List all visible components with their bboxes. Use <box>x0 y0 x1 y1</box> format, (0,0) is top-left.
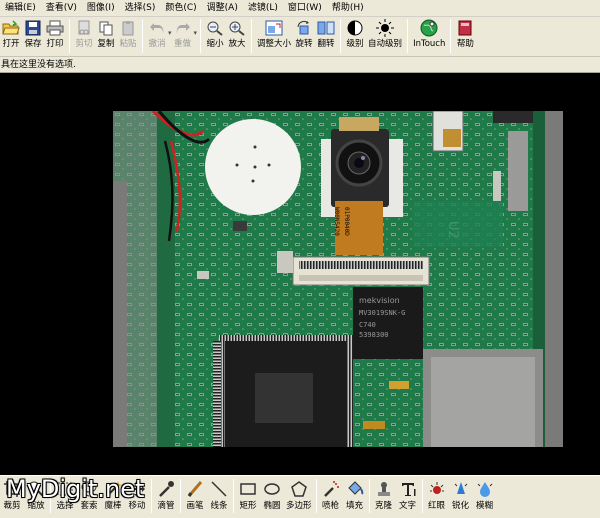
undo-arrow-icon <box>148 19 166 37</box>
help-button[interactable]: 帮助 <box>454 19 476 55</box>
pcb-photo: 01P0040D W00N5420 U2 mekvision MV3019SNK… <box>113 111 563 447</box>
flex-label-text: 01P0040D <box>343 207 350 236</box>
text-t-icon <box>398 479 418 499</box>
tool-options-bar: 具在这里没有选项. <box>0 57 600 73</box>
toolbar-separator <box>368 479 370 513</box>
watermark-text: MyDigit.net <box>6 475 145 503</box>
flex-label-text-2: W00N5420 <box>333 207 340 236</box>
resize-button[interactable]: 调整大小 <box>255 19 293 55</box>
toolbar-separator <box>407 19 409 53</box>
help-book-icon <box>456 19 474 37</box>
menu-image[interactable]: 图像(I) <box>82 0 120 17</box>
chip-model-text: MV3019SNK-G <box>359 309 405 317</box>
toolbar-separator <box>180 479 181 513</box>
toolbar-separator <box>233 479 234 513</box>
half-circle-levels-icon <box>346 19 364 37</box>
print-button[interactable]: 打印 <box>44 19 66 55</box>
toolbar-separator <box>151 479 152 513</box>
zoom-in-button[interactable]: 放大 <box>226 19 248 55</box>
menu-help[interactable]: 帮助(H) <box>327 0 369 17</box>
paint-bucket-icon <box>345 479 365 499</box>
globe-intouch-icon <box>420 19 438 37</box>
folder-open-icon <box>2 19 20 37</box>
resize-icon <box>265 19 283 37</box>
redo-arrow-icon <box>174 19 192 37</box>
line-icon <box>209 479 229 499</box>
sharpen-tool-button[interactable]: 锐化 <box>449 479 473 517</box>
pencil-icon <box>185 479 205 499</box>
menu-edit[interactable]: 编辑(E) <box>0 0 41 17</box>
toolbar-separator <box>315 479 317 513</box>
magnifier-plus-icon <box>228 19 246 37</box>
printer-icon <box>46 19 64 37</box>
floppy-save-icon <box>24 19 42 37</box>
undo-button[interactable]: 撤消 <box>146 19 168 55</box>
auto-levels-button[interactable]: 自动级别 <box>366 19 404 55</box>
toolbar-separator <box>340 19 342 53</box>
toolbar-separator <box>450 19 452 53</box>
eyedropper-icon <box>156 479 176 499</box>
blur-drop-icon <box>475 479 495 499</box>
airbrush-icon <box>321 479 341 499</box>
save-button[interactable]: 保存 <box>22 19 44 55</box>
sharpen-icon <box>451 479 471 499</box>
menu-view[interactable]: 查看(V) <box>41 0 82 17</box>
flip-button[interactable]: 翻转 <box>315 19 337 55</box>
toolbar-separator <box>142 19 143 53</box>
main-toolbar: 打开 保存 打印 剪切 复制 粘贴 撤消 ▾ 重做 ▾ 缩小 放大 调整大小 旋… <box>0 17 600 57</box>
toolbar-separator <box>251 19 253 53</box>
clone-stamp-icon <box>374 479 394 499</box>
menu-adjust[interactable]: 调整(A) <box>202 0 243 17</box>
eyedropper-tool-button[interactable]: 滴管 <box>154 479 178 517</box>
menu-color[interactable]: 颜色(C) <box>160 0 201 17</box>
ellipse-icon <box>262 479 282 499</box>
pencil-tool-button[interactable]: 画笔 <box>183 479 207 517</box>
copy-button[interactable]: 复制 <box>95 19 117 55</box>
sun-auto-levels-icon <box>376 19 395 37</box>
ellipse-tool-button[interactable]: 椭圆 <box>260 479 284 517</box>
image-canvas[interactable]: 01P0040D W00N5420 U2 mekvision MV3019SNK… <box>0 73 600 475</box>
toolbar-separator <box>421 479 423 513</box>
scissors-icon <box>75 19 93 37</box>
red-eye-tool-button[interactable]: 红眼 <box>425 479 449 517</box>
clone-tool-button[interactable]: 克隆 <box>372 479 396 517</box>
rectangle-icon <box>238 479 258 499</box>
rectangle-tool-button[interactable]: 矩形 <box>236 479 260 517</box>
rotate-icon <box>295 19 313 37</box>
paste-button[interactable]: 粘贴 <box>117 19 139 55</box>
line-tool-button[interactable]: 线条 <box>207 479 231 517</box>
red-eye-icon <box>427 479 447 499</box>
levels-button[interactable]: 级别 <box>344 19 366 55</box>
blur-tool-button[interactable]: 模糊 <box>473 479 497 517</box>
menu-window[interactable]: 窗口(W) <box>283 0 327 17</box>
flip-icon <box>317 19 335 37</box>
redo-dropdown-arrow-icon[interactable]: ▾ <box>194 29 198 37</box>
cut-button[interactable]: 剪切 <box>73 19 95 55</box>
redo-button[interactable]: 重做 <box>172 19 194 55</box>
polygon-tool-button[interactable]: 多边形 <box>284 479 314 517</box>
menu-select[interactable]: 选择(S) <box>120 0 161 17</box>
menu-bar: 编辑(E) 查看(V) 图像(I) 选择(S) 颜色(C) 调整(A) 滤镜(L… <box>0 0 600 17</box>
tool-options-text: 具在这里没有选项. <box>1 60 76 70</box>
intouch-button[interactable]: InTouch <box>411 19 447 55</box>
toolbar-separator <box>200 19 202 53</box>
polygon-icon <box>289 479 309 499</box>
chip-line4-text: 5398300 <box>359 331 389 339</box>
menu-filter[interactable]: 滤镜(L) <box>243 0 283 17</box>
clipboard-paste-icon <box>119 19 137 37</box>
magnifier-minus-icon <box>206 19 224 37</box>
rotate-button[interactable]: 旋转 <box>293 19 315 55</box>
open-button[interactable]: 打开 <box>0 19 22 55</box>
chip-brand-text: mekvision <box>359 296 400 305</box>
text-tool-button[interactable]: 文字 <box>396 479 420 517</box>
pcb-photo-drawing: 01P0040D W00N5420 U2 mekvision MV3019SNK… <box>113 111 563 447</box>
chip-line3-text: C740 <box>359 321 376 329</box>
zoom-out-button[interactable]: 缩小 <box>204 19 226 55</box>
fill-tool-button[interactable]: 填充 <box>343 479 367 517</box>
copy-icon <box>97 19 115 37</box>
toolbar-separator <box>69 19 70 53</box>
spray-tool-button[interactable]: 喷枪 <box>319 479 343 517</box>
